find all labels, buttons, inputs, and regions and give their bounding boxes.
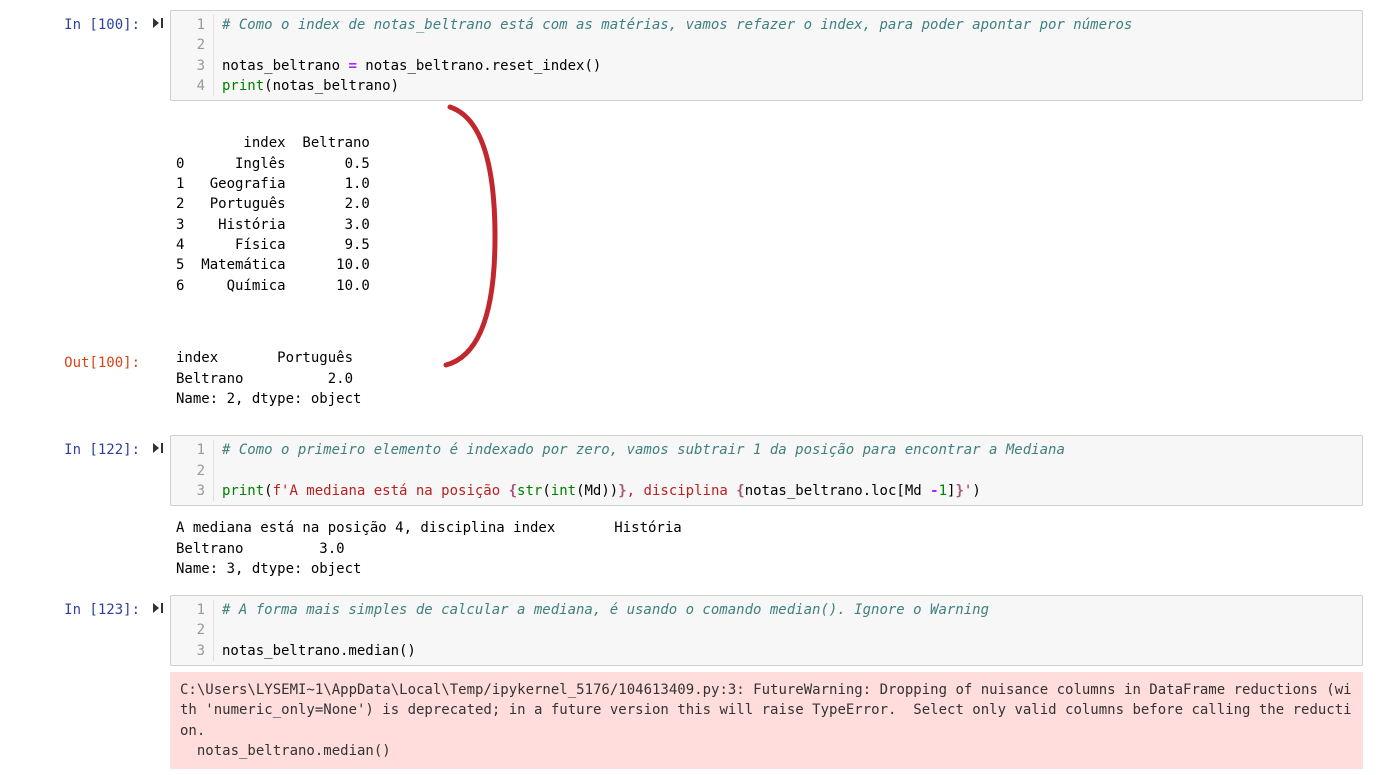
input-prompt: In [123]: [20,595,146,666]
code-editor[interactable]: 1# Como o primeiro elemento é indexado p… [170,435,1363,506]
run-cell-icon[interactable] [146,441,170,458]
hand-annotation [440,97,510,377]
result-output: index Português Beltrano 2.0 Name: 2, dt… [170,348,1363,415]
output-prompt: Out[100]: [20,348,146,415]
code-editor[interactable]: 1# A forma mais simples de calcular a me… [170,595,1363,666]
notebook: In [100]: 1# Como o index de notas_beltr… [0,0,1383,769]
output-row: C:\Users\LYSEMI~1\AppData\Local\Temp/ipy… [20,672,1363,769]
stdout-output: index Beltrano 0 Inglês 0.5 1 Geografia … [170,107,1363,342]
code-cell: In [123]: 1# A forma mais simples de cal… [20,595,1363,666]
input-prompt: In [100]: [20,10,146,101]
code-cell: In [122]: 1# Como o primeiro elemento é … [20,435,1363,506]
stderr-warning: C:\Users\LYSEMI~1\AppData\Local\Temp/ipy… [170,672,1363,769]
run-cell-icon[interactable] [146,601,170,618]
code-editor[interactable]: 1# Como o index de notas_beltrano está c… [170,10,1363,101]
code-cell: In [100]: 1# Como o index de notas_beltr… [20,10,1363,101]
stdout-output: A mediana está na posição 4, disciplina … [170,512,1363,585]
output-row: A mediana está na posição 4, disciplina … [20,512,1363,585]
run-cell-icon[interactable] [146,16,170,33]
output-row: index Beltrano 0 Inglês 0.5 1 Geografia … [20,107,1363,342]
output-row: Out[100]: index Português Beltrano 2.0 N… [20,348,1363,415]
input-prompt: In [122]: [20,435,146,506]
output-text: index Beltrano 0 Inglês 0.5 1 Geografia … [176,135,370,293]
